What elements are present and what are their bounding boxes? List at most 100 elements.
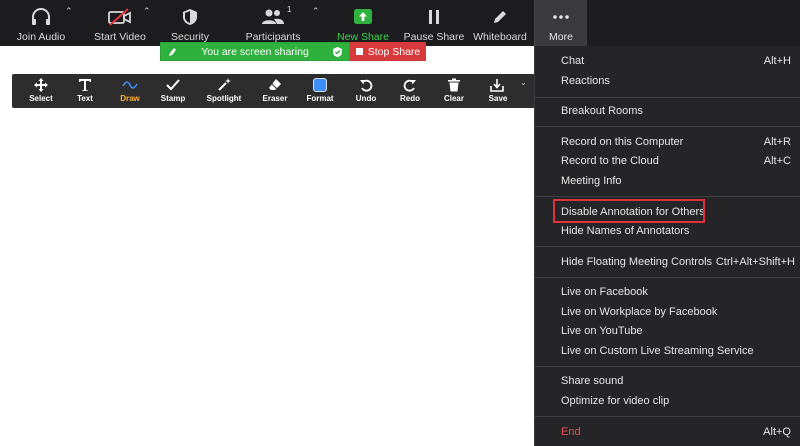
- menu-item-label: Live on Workplace by Facebook: [561, 306, 718, 318]
- meeting-toolbar: Join Audio ⌃ Start Video ⌃ Security Part…: [0, 0, 800, 46]
- menu-item-chat[interactable]: Chat Alt+H: [535, 52, 800, 71]
- menu-divider: [535, 126, 800, 127]
- stamp-label: Stamp: [160, 94, 186, 103]
- menu-item-label: Live on Facebook: [561, 286, 648, 298]
- start-video-button[interactable]: Start Video: [90, 0, 150, 46]
- menu-item-live-custom[interactable]: Live on Custom Live Streaming Service: [535, 342, 800, 361]
- save-download-icon: [488, 77, 508, 93]
- clear-button[interactable]: Clear: [440, 74, 468, 108]
- share-arrow-icon: [350, 5, 376, 29]
- menu-item-label: Live on YouTube: [561, 325, 643, 337]
- save-button[interactable]: Save: [484, 74, 512, 108]
- text-icon: [75, 77, 95, 93]
- menu-item-live-youtube[interactable]: Live on YouTube: [535, 322, 800, 341]
- menu-item-label: Breakout Rooms: [561, 105, 643, 117]
- select-tool-button[interactable]: Select: [26, 74, 56, 108]
- menu-item-live-facebook[interactable]: Live on Facebook: [535, 283, 800, 302]
- screen-sharing-indicator[interactable]: You are screen sharing: [160, 42, 350, 61]
- menu-item-label: Record on this Computer: [561, 136, 684, 148]
- participants-button[interactable]: Participants: [240, 0, 306, 46]
- menu-divider: [535, 416, 800, 417]
- drag-handle-icon[interactable]: [167, 46, 177, 61]
- draw-wave-icon: [120, 77, 140, 93]
- menu-item-label: End: [561, 426, 581, 438]
- chevron-up-icon[interactable]: ⌃: [143, 6, 153, 16]
- more-menu: Chat Alt+H Reactions Breakout Rooms Reco…: [534, 46, 800, 446]
- redo-icon: [400, 77, 420, 93]
- screen-sharing-bar: You are screen sharing Stop Share: [160, 42, 426, 61]
- menu-item-share-sound[interactable]: Share sound: [535, 372, 800, 391]
- undo-button[interactable]: Undo: [352, 74, 380, 108]
- menu-item-optimize-video[interactable]: Optimize for video clip: [535, 392, 800, 411]
- shortcut-label: Alt+R: [763, 136, 791, 148]
- format-square-icon: [310, 77, 330, 93]
- more-label: More: [549, 31, 573, 43]
- shortcut-label: Alt+C: [763, 155, 791, 167]
- stop-share-button[interactable]: Stop Share: [350, 42, 426, 61]
- menu-item-record-cloud[interactable]: Record to the Cloud Alt+C: [535, 152, 800, 171]
- spotlight-tool-button[interactable]: Spotlight: [204, 74, 244, 108]
- join-audio-label: Join Audio: [16, 31, 66, 43]
- redo-button[interactable]: Redo: [396, 74, 424, 108]
- save-label: Save: [488, 94, 508, 103]
- menu-item-label: Share sound: [561, 375, 624, 387]
- draw-tool-button[interactable]: Draw: [116, 74, 144, 108]
- menu-item-label: Hide Names of Annotators: [561, 225, 690, 237]
- menu-divider: [535, 366, 800, 367]
- menu-item-label: Chat: [561, 55, 585, 67]
- menu-divider: [535, 97, 800, 98]
- menu-item-meeting-info[interactable]: Meeting Info: [535, 172, 800, 191]
- eraser-label: Eraser: [262, 94, 288, 103]
- security-button[interactable]: Security: [165, 0, 215, 46]
- menu-item-label: Optimize for video clip: [561, 395, 670, 407]
- annotation-toolbar: Select Text Draw Stamp Spotlight Eraser: [12, 74, 535, 108]
- format-tool-button[interactable]: Format: [304, 74, 336, 108]
- menu-item-hide-annotator-names[interactable]: Hide Names of Annotators: [535, 222, 800, 241]
- shield-icon: [177, 5, 203, 29]
- video-off-icon: [107, 5, 133, 29]
- menu-item-label: Hide Floating Meeting Controls: [561, 256, 713, 268]
- undo-icon: [356, 77, 376, 93]
- whiteboard-button[interactable]: Whiteboard: [472, 0, 528, 46]
- headphone-icon: [28, 5, 54, 29]
- pause-icon: [421, 5, 447, 29]
- menu-item-hide-floating-controls[interactable]: Hide Floating Meeting Controls Ctrl+Alt+…: [535, 253, 800, 272]
- participants-icon: [260, 5, 286, 29]
- format-label: Format: [306, 94, 334, 103]
- menu-item-live-workplace[interactable]: Live on Workplace by Facebook: [535, 303, 800, 322]
- menu-item-record-computer[interactable]: Record on this Computer Alt+R: [535, 133, 800, 152]
- clear-label: Clear: [443, 94, 464, 103]
- chevron-up-icon[interactable]: ⌃: [65, 6, 75, 16]
- start-video-label: Start Video: [94, 31, 146, 43]
- draw-label: Draw: [120, 94, 140, 103]
- screen-sharing-text: You are screen sharing: [201, 45, 309, 58]
- menu-divider: [535, 277, 800, 278]
- menu-item-reactions[interactable]: Reactions: [535, 72, 800, 91]
- highlight-box: [553, 199, 705, 223]
- shortcut-label: Alt+H: [763, 55, 791, 67]
- more-button[interactable]: More: [534, 0, 587, 46]
- shield-check-icon: [332, 46, 343, 61]
- spotlight-wand-icon: [214, 77, 234, 93]
- stop-share-label: Stop Share: [367, 45, 421, 58]
- trash-icon: [444, 77, 464, 93]
- save-dropdown-chevron-icon[interactable]: ⌄: [520, 78, 527, 87]
- undo-label: Undo: [355, 94, 377, 103]
- spotlight-label: Spotlight: [206, 94, 242, 103]
- pause-share-button[interactable]: Pause Share: [404, 0, 464, 46]
- select-label: Select: [29, 94, 53, 103]
- stamp-tool-button[interactable]: Stamp: [158, 74, 188, 108]
- move-icon: [31, 77, 51, 93]
- whiteboard-label: Whiteboard: [473, 31, 527, 43]
- shortcut-label: Ctrl+Alt+Shift+H: [715, 256, 795, 268]
- stop-square-icon: [355, 48, 363, 55]
- text-label: Text: [77, 94, 93, 103]
- new-share-button[interactable]: New Share: [333, 0, 393, 46]
- menu-item-end[interactable]: End Alt+Q: [535, 423, 800, 442]
- chevron-up-icon[interactable]: ⌃: [312, 6, 322, 16]
- pen-icon: [487, 5, 513, 29]
- text-tool-button[interactable]: Text: [72, 74, 98, 108]
- menu-item-breakout-rooms[interactable]: Breakout Rooms: [535, 102, 800, 121]
- join-audio-button[interactable]: Join Audio: [12, 0, 70, 46]
- eraser-tool-button[interactable]: Eraser: [260, 74, 290, 108]
